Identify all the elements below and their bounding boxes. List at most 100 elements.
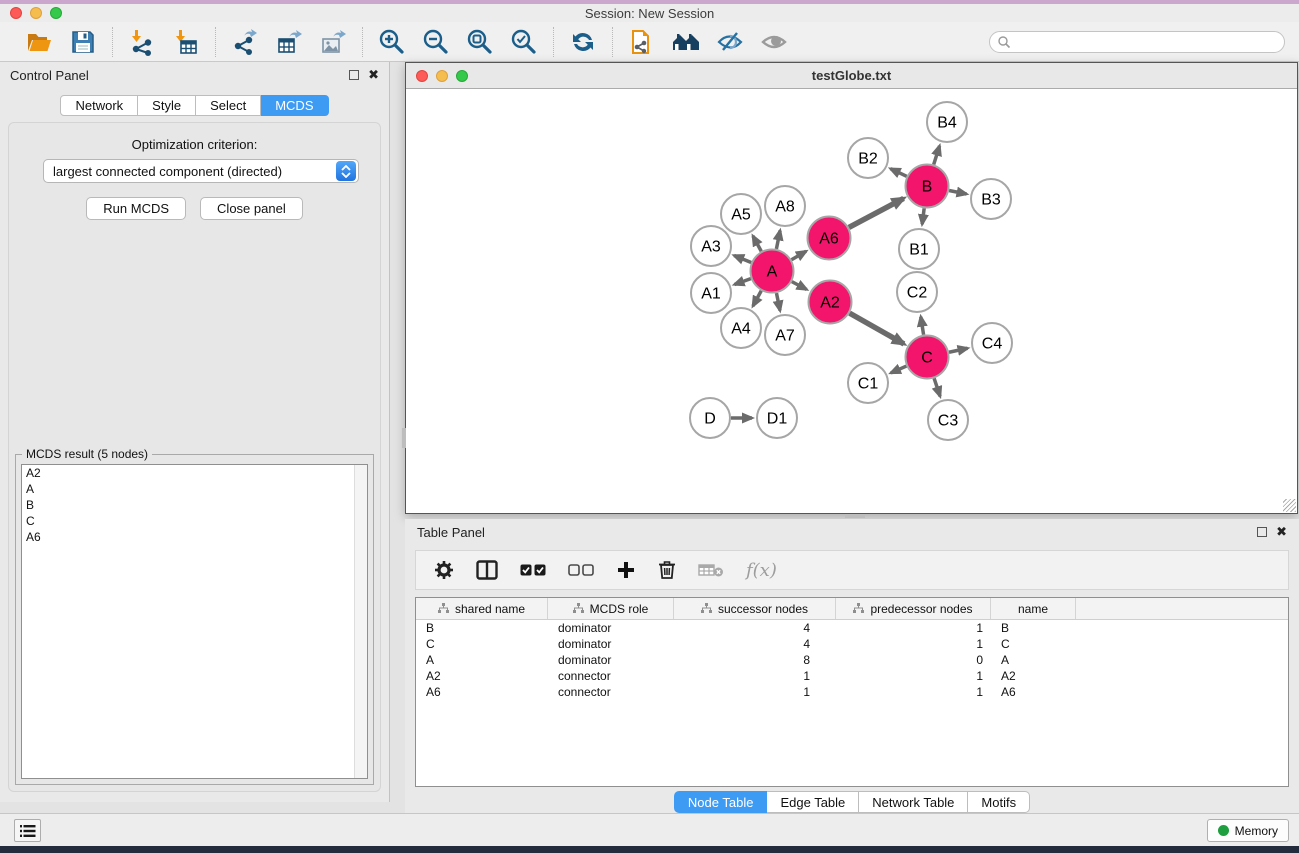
result-scrollbar[interactable]	[354, 465, 367, 778]
cell-predecessor-nodes[interactable]: 0	[836, 652, 991, 668]
graph-node-A8[interactable]: A8	[765, 186, 805, 226]
cell-MCDS-role[interactable]: dominator	[548, 636, 674, 652]
cell-MCDS-role[interactable]: connector	[548, 668, 674, 684]
graph-node-A7[interactable]: A7	[765, 315, 805, 355]
table-row[interactable]: A2connector11A2	[416, 668, 1288, 684]
optimization-criterion-select[interactable]: largest connected component (directed)	[43, 159, 359, 183]
task-history-button[interactable]	[14, 819, 41, 842]
cell-MCDS-role[interactable]: dominator	[548, 652, 674, 668]
hide-details-icon[interactable]	[715, 27, 745, 57]
panel-columns-icon[interactable]	[476, 557, 498, 583]
graph-edge-B-B2[interactable]	[891, 169, 907, 177]
cell-predecessor-nodes[interactable]: 1	[836, 668, 991, 684]
graph-edge-C-C4[interactable]	[949, 348, 968, 352]
new-network-from-selection-icon[interactable]	[627, 27, 657, 57]
cell-name[interactable]: A2	[991, 668, 1076, 684]
graph-edge-C-C3[interactable]	[934, 378, 940, 396]
cell-predecessor-nodes[interactable]: 1	[836, 684, 991, 700]
graph-edge-A-A3[interactable]	[734, 255, 751, 262]
result-item[interactable]: A	[22, 481, 367, 497]
table-row[interactable]: Adominator80A	[416, 652, 1288, 668]
cell-shared-name[interactable]: A	[416, 652, 548, 668]
memory-button[interactable]: Memory	[1207, 819, 1289, 842]
result-item[interactable]: B	[22, 497, 367, 513]
cell-predecessor-nodes[interactable]: 1	[836, 636, 991, 652]
graph-node-A6[interactable]: A6	[808, 217, 851, 260]
network-canvas[interactable]: AA1A2A3A4A5A6A7A8BB1B2B3B4CC1C2C3C4DD1	[406, 89, 1297, 513]
graph-edge-A-A6[interactable]	[791, 251, 806, 259]
refresh-layout-icon[interactable]	[568, 27, 598, 57]
table-row[interactable]: Bdominator41B	[416, 620, 1288, 636]
cell-shared-name[interactable]: B	[416, 620, 548, 636]
run-mcds-button[interactable]: Run MCDS	[86, 197, 186, 220]
cell-shared-name[interactable]: A2	[416, 668, 548, 684]
cell-name[interactable]: C	[991, 636, 1076, 652]
graph-node-B[interactable]: B	[906, 165, 949, 208]
float-panel-icon[interactable]	[1257, 527, 1267, 537]
graph-edge-A-A1[interactable]	[735, 279, 751, 285]
delete-column-icon[interactable]	[658, 557, 676, 583]
tab-network-table[interactable]: Network Table	[859, 791, 968, 813]
graph-edge-A-A8[interactable]	[776, 231, 780, 249]
cell-shared-name[interactable]: A6	[416, 684, 548, 700]
graph-edge-A-A5[interactable]	[753, 236, 761, 251]
cell-successor-nodes[interactable]: 1	[674, 668, 836, 684]
select-all-icon[interactable]	[520, 557, 546, 583]
tab-motifs[interactable]: Motifs	[968, 791, 1030, 813]
column-header-shared-name[interactable]: shared name	[416, 598, 548, 619]
cell-successor-nodes[interactable]: 4	[674, 636, 836, 652]
graph-node-D[interactable]: D	[690, 398, 730, 438]
graph-edge-A-A7[interactable]	[776, 293, 780, 310]
graph-edge-C-C2[interactable]	[921, 317, 924, 335]
graph-edge-B-B1[interactable]	[922, 208, 924, 224]
result-item[interactable]: C	[22, 513, 367, 529]
graph-edge-B-B4[interactable]	[934, 146, 940, 165]
zoom-fit-icon[interactable]	[465, 27, 495, 57]
graph-edge-A6-B[interactable]	[849, 198, 904, 227]
deselect-all-icon[interactable]	[568, 557, 594, 583]
split-divider-handle[interactable]	[402, 428, 406, 448]
cell-predecessor-nodes[interactable]: 1	[836, 620, 991, 636]
graph-node-A2[interactable]: A2	[809, 281, 852, 324]
cell-name[interactable]: A	[991, 652, 1076, 668]
tab-network[interactable]: Network	[60, 95, 138, 116]
cell-shared-name[interactable]: C	[416, 636, 548, 652]
result-item[interactable]: A6	[22, 529, 367, 545]
first-neighbors-icon[interactable]	[671, 27, 701, 57]
import-network-icon[interactable]	[127, 27, 157, 57]
graph-node-C1[interactable]: C1	[848, 363, 888, 403]
export-image-icon[interactable]	[318, 27, 348, 57]
zoom-selected-icon[interactable]	[509, 27, 539, 57]
close-panel-icon[interactable]: ✖	[368, 70, 379, 80]
zoom-out-icon[interactable]	[421, 27, 451, 57]
export-table-icon[interactable]	[274, 27, 304, 57]
table-row[interactable]: Cdominator41C	[416, 636, 1288, 652]
column-header-successor-nodes[interactable]: successor nodes	[674, 598, 836, 619]
result-item[interactable]: A2	[22, 465, 367, 481]
zoom-in-icon[interactable]	[377, 27, 407, 57]
graph-node-A1[interactable]: A1	[691, 273, 731, 313]
import-table-icon[interactable]	[171, 27, 201, 57]
graph-node-C4[interactable]: C4	[972, 323, 1012, 363]
graph-node-B1[interactable]: B1	[899, 229, 939, 269]
column-header-name[interactable]: name	[991, 598, 1076, 619]
search-input[interactable]	[1015, 33, 1284, 51]
graph-node-B3[interactable]: B3	[971, 179, 1011, 219]
graph-edge-B-B3[interactable]	[949, 190, 966, 194]
mcds-result-list[interactable]: A2ABCA6	[21, 464, 368, 779]
cell-MCDS-role[interactable]: dominator	[548, 620, 674, 636]
tab-node-table[interactable]: Node Table	[674, 791, 768, 813]
gear-icon[interactable]	[434, 557, 454, 583]
graph-edge-A-A2[interactable]	[792, 282, 807, 290]
column-header-predecessor-nodes[interactable]: predecessor nodes	[836, 598, 991, 619]
tab-select[interactable]: Select	[196, 95, 261, 116]
close-panel-icon[interactable]: ✖	[1276, 527, 1287, 537]
tab-edge-table[interactable]: Edge Table	[767, 791, 859, 813]
resize-grip-icon[interactable]	[1283, 499, 1296, 512]
tab-mcds[interactable]: MCDS	[261, 95, 328, 116]
graph-node-C[interactable]: C	[906, 336, 949, 379]
graph-node-A3[interactable]: A3	[691, 226, 731, 266]
show-details-icon[interactable]	[759, 27, 789, 57]
float-panel-icon[interactable]	[349, 70, 359, 80]
search-field[interactable]	[989, 31, 1285, 53]
